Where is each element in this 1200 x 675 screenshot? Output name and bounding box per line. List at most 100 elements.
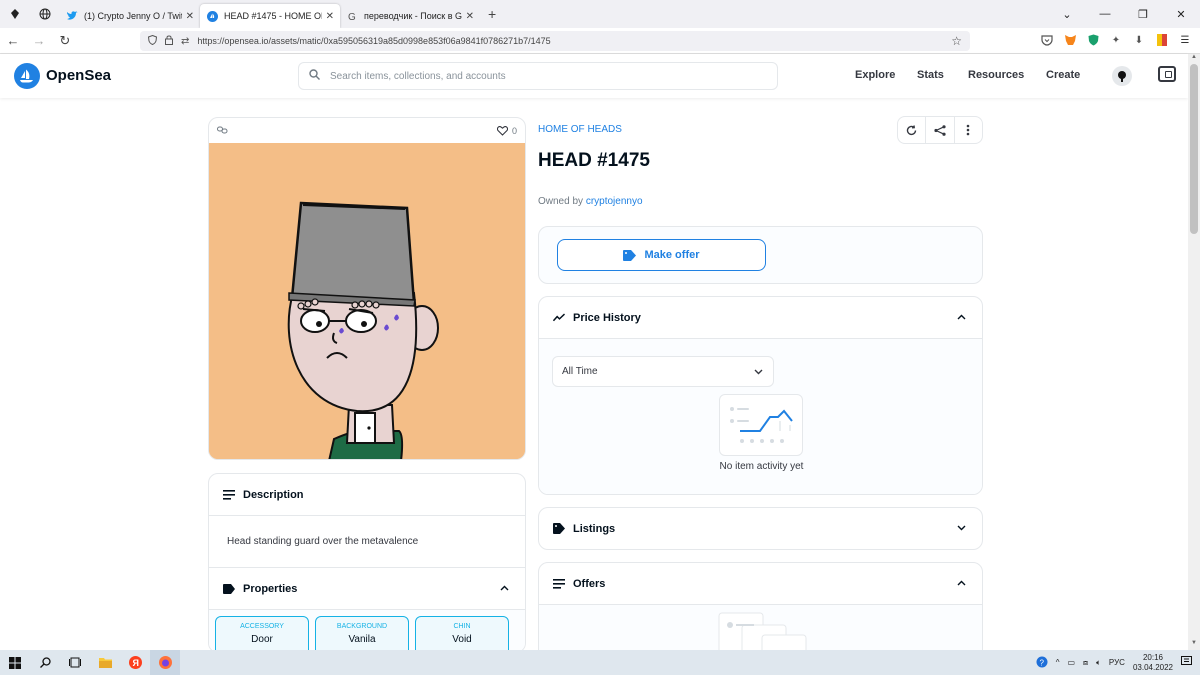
battery-icon[interactable]: ⧈	[1083, 658, 1088, 668]
chevron-down-icon[interactable]: ⌄	[1048, 0, 1086, 28]
shield-icon[interactable]	[147, 34, 158, 48]
twitter-bird-icon	[66, 10, 78, 22]
list-icon	[553, 578, 565, 589]
time-range-select[interactable]: All Time	[552, 356, 774, 387]
tab-google[interactable]: G переводчик - Поиск в Google ✕	[340, 4, 480, 28]
close-window-button[interactable]: ✕	[1162, 0, 1200, 28]
chevron-up-icon[interactable]: ^	[1056, 658, 1060, 667]
globe-icon[interactable]	[30, 0, 60, 28]
chevron-up-icon[interactable]	[957, 312, 966, 323]
property-item[interactable]: ACCESSORY Door	[215, 616, 309, 652]
more-options-button[interactable]	[955, 117, 982, 143]
yandex-browser-icon[interactable]: Я	[120, 650, 150, 675]
search-icon[interactable]	[30, 650, 60, 675]
google-icon: G	[346, 10, 358, 22]
description-lines-icon	[223, 489, 235, 500]
task-view-icon[interactable]	[60, 650, 90, 675]
nav-explore[interactable]: Explore	[855, 69, 895, 81]
extension-icon[interactable]	[0, 0, 30, 28]
property-value: Door	[251, 634, 273, 645]
chevron-up-icon[interactable]	[957, 578, 966, 589]
favorite-button[interactable]: 0	[496, 126, 517, 136]
offers-header[interactable]: Offers	[539, 563, 982, 605]
tag-icon	[623, 249, 637, 261]
refresh-button[interactable]	[898, 117, 927, 143]
make-offer-button[interactable]: Make offer	[557, 239, 766, 271]
opensea-logo-icon[interactable]	[14, 63, 40, 89]
tab-twitter[interactable]: (1) Crypto Jenny O / Twitter ✕	[60, 4, 200, 28]
system-tray: ? ^ ▭ ⧈ 🔈︎ РУС 20:16 03.04.2022	[1036, 650, 1192, 675]
help-icon[interactable]: ?	[1036, 656, 1048, 670]
minimize-button[interactable]: —	[1086, 0, 1124, 28]
share-button[interactable]	[926, 117, 955, 143]
share-icon	[934, 124, 946, 136]
tag-icon	[553, 523, 565, 534]
nav-stats[interactable]: Stats	[917, 69, 944, 81]
extension-puzzle-icon[interactable]: ✦	[1109, 32, 1123, 48]
asset-image[interactable]	[209, 143, 525, 459]
nav-create[interactable]: Create	[1046, 69, 1080, 81]
tab-opensea[interactable]: HEAD #1475 - HOME OF HEADS ✕	[200, 4, 340, 28]
windows-start-icon[interactable]	[0, 650, 30, 675]
chevron-up-icon[interactable]	[500, 583, 509, 594]
price-history-body: All Time No item activity yet	[539, 339, 982, 494]
url-text: https://opensea.io/assets/matic/0xa59505…	[197, 36, 551, 46]
bookmark-star-icon[interactable]: ☆	[951, 34, 962, 48]
volume-icon[interactable]: 🔈︎	[1096, 658, 1101, 668]
file-explorer-icon[interactable]	[90, 650, 120, 675]
nav-resources[interactable]: Resources	[968, 69, 1024, 81]
browser-nav-bar: ← → ↻ ⇄ https://opensea.io/assets/matic/…	[0, 28, 1200, 54]
properties-header[interactable]: Properties	[209, 568, 525, 610]
permissions-icon[interactable]: ⇄	[181, 36, 189, 47]
page-scrollbar[interactable]: ▲ ▼	[1188, 54, 1200, 650]
maximize-button[interactable]: ❐	[1124, 0, 1162, 28]
forward-button[interactable]: →	[26, 28, 52, 54]
property-item[interactable]: BACKGROUND Vanila	[315, 616, 409, 652]
search-input[interactable]	[330, 70, 750, 82]
property-item[interactable]: CHIN Void	[415, 616, 509, 652]
brand-name[interactable]: OpenSea	[46, 67, 111, 84]
properties-heading: Properties	[243, 582, 298, 595]
lock-icon[interactable]	[165, 35, 173, 48]
close-tab-icon[interactable]: ✕	[466, 11, 474, 22]
offers-card: Offers	[538, 562, 983, 662]
chevron-down-icon[interactable]	[957, 523, 966, 534]
svg-text:G: G	[348, 12, 356, 21]
menu-icon[interactable]: ☰	[1178, 32, 1192, 48]
close-tab-icon[interactable]: ✕	[186, 11, 194, 22]
image-card-toolbar: 0	[209, 118, 525, 143]
scroll-down-icon[interactable]: ▼	[1188, 640, 1200, 650]
downloads-icon[interactable]: ⬇	[1132, 32, 1146, 48]
scroll-up-icon[interactable]: ▲	[1188, 54, 1200, 64]
clock[interactable]: 20:16 03.04.2022	[1133, 653, 1173, 673]
tag-icon	[223, 583, 235, 594]
back-button[interactable]: ←	[0, 28, 26, 54]
network-icon[interactable]: ▭	[1067, 658, 1075, 667]
description-header[interactable]: Description	[209, 474, 525, 516]
vpn-shield-icon[interactable]	[1086, 32, 1100, 48]
avatar[interactable]	[1112, 66, 1132, 86]
wallet-icon[interactable]	[1158, 66, 1176, 82]
price-history-header[interactable]: Price History	[539, 297, 982, 339]
listings-header[interactable]: Listings	[539, 508, 982, 549]
notifications-icon[interactable]	[1181, 656, 1192, 669]
close-tab-icon[interactable]: ✕	[326, 11, 334, 22]
tab-label: переводчик - Поиск в Google	[364, 11, 462, 21]
collection-link[interactable]: HOME OF HEADS	[538, 124, 622, 135]
firefox-icon[interactable]	[150, 650, 180, 675]
asset-image-card: 0	[208, 117, 526, 460]
refresh-icon	[907, 124, 917, 135]
link-icon[interactable]	[217, 126, 228, 136]
scrollbar-thumb[interactable]	[1190, 64, 1198, 234]
reload-button[interactable]: ↻	[52, 28, 78, 54]
listings-card: Listings	[538, 507, 983, 550]
address-bar[interactable]: ⇄ https://opensea.io/assets/matic/0xa595…	[140, 31, 970, 51]
property-value: Vanila	[348, 634, 376, 645]
search-box[interactable]	[298, 62, 778, 90]
language-indicator[interactable]: РУС	[1109, 658, 1125, 667]
owner-link[interactable]: cryptojennyo	[586, 196, 643, 207]
pocket-icon[interactable]	[1040, 32, 1054, 48]
bookmark-flag-icon[interactable]	[1155, 32, 1169, 48]
new-tab-button[interactable]: +	[488, 6, 496, 22]
metamask-fox-icon[interactable]	[1063, 32, 1077, 48]
